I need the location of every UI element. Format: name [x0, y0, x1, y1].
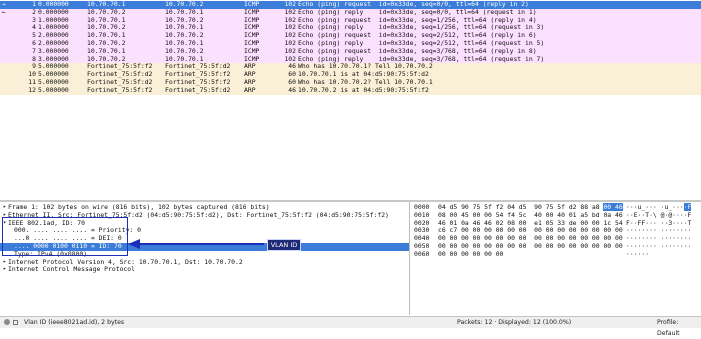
- packet-no: 12: [28, 85, 36, 94]
- ascii-text: ··E··T·\ @·@····F: [626, 210, 692, 219]
- hex-bytes-text: 08 00 45 00 00 54 f4 5c 40 00 40 01 a5 b…: [438, 210, 623, 219]
- hex-bytes-text: 00 00 00 00 00 00 00 00 00 00 00 00 00 0…: [438, 242, 623, 250]
- hex-bytes-text: 04 d5 90 75 5f f2 04 d5 90 75 5f d2 88 a…: [438, 203, 604, 211]
- status-bar: Vlan ID (ieee8021ad.id), 2 bytes Packets…: [0, 316, 701, 337]
- packet-protocol: ARP: [244, 85, 256, 94]
- packet-info: 10.70.70.2 is at 04:d5:90:75:5f:f2: [298, 85, 429, 94]
- ascii-text: ········ ········: [626, 226, 692, 235]
- status-profile[interactable]: Profile: Default: [657, 317, 701, 339]
- packet-no: 4: [32, 23, 36, 32]
- hex-bytes-text: c6 c7 00 00 00 00 00 00 00 00 00 00 00 0…: [438, 226, 623, 235]
- packet-length: 46: [288, 85, 296, 94]
- packet-no: 2: [32, 7, 36, 16]
- packet-list[interactable]: → 1 0.000000 10.70.70.1 10.70.70.2 ICMP 102 Ech…: [0, 0, 701, 200]
- status-field-info: Vlan ID (ieee8021ad.id), 2 bytes: [24, 319, 125, 326]
- expert-info-icon[interactable]: [4, 319, 10, 325]
- hex-bytes-text: 00 00 00 00 00 00: [438, 249, 504, 258]
- hex-bytes-highlight: 00 46: [603, 203, 623, 211]
- ascii-bytes[interactable]: ······: [626, 249, 650, 259]
- ascii-text: ···u_··· ·u_···: [626, 203, 684, 211]
- ascii-text: ········ ········: [626, 242, 692, 250]
- packet-bytes-pane[interactable]: 0000 04 d5 90 75 5f f2 04 d5 90 75 5f d2 …: [410, 202, 701, 315]
- collapsed-triangle-icon[interactable]: ▸: [3, 204, 6, 212]
- packet-destination: Fortinet_75:5f:d2: [165, 85, 231, 94]
- packet-source: Fortinet_75:5f:f2: [87, 85, 153, 94]
- ascii-text: ········ ········: [626, 234, 692, 243]
- detail-tree-item[interactable]: ▸ Internet Control Message Protocol: [0, 266, 409, 274]
- annotation-highlight-box: [2, 217, 128, 256]
- hex-bytes-text: 46 01 0a 46 46 02 08 00 e1 05 33 de 00 0…: [438, 218, 623, 227]
- packet-no: 8: [32, 54, 36, 63]
- hex-bytes[interactable]: 00 00 00 00 00 00: [438, 249, 504, 259]
- packet-no: 3: [32, 15, 36, 24]
- detail-tree-label: Internet Control Message Protocol: [8, 265, 135, 274]
- capture-comments-icon[interactable]: [13, 320, 18, 325]
- hex-offset: 0060: [414, 249, 430, 258]
- ascii-highlight: ·F: [683, 203, 692, 211]
- packet-no: 5: [32, 31, 36, 40]
- hex-bytes-text: 00 00 00 00 00 00 00 00 00 00 00 00 00 0…: [438, 234, 623, 243]
- packet-no: 6: [32, 39, 36, 47]
- ascii-text: F··FF··· ··3····T: [626, 218, 692, 227]
- collapsed-triangle-icon[interactable]: ▸: [3, 259, 6, 267]
- packet-row[interactable]: 12 5.000000 Fortinet_75:5f:f2 Fortinet_75:5…: [0, 85, 701, 95]
- packet-no: 1: [32, 0, 36, 8]
- status-packet-count: Packets: 12 · Displayed: 12 (100.0%): [457, 319, 572, 326]
- packet-time: 5.000000: [38, 85, 69, 94]
- packet-no: 7: [32, 46, 36, 55]
- ascii-text: ······: [626, 249, 650, 258]
- collapsed-triangle-icon[interactable]: ▸: [3, 266, 6, 274]
- annotation-label: VLAN ID: [267, 239, 301, 251]
